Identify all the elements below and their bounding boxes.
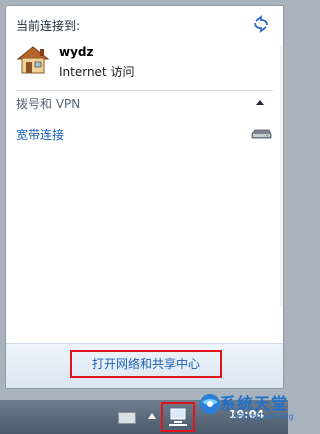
network-flyout: 当前连接到: wydz Internet 访问 拨号和 VPN 宽带连接 打开网…: [5, 5, 284, 389]
show-hidden-icons-icon[interactable]: [147, 412, 157, 420]
scrollbar[interactable]: [280, 46, 282, 306]
collapse-chevron-icon[interactable]: [255, 98, 265, 106]
open-network-center-link[interactable]: 打开网络和共享中心: [70, 350, 222, 378]
connected-to-label: 当前连接到:: [16, 19, 81, 33]
network-status: Internet 访问: [59, 65, 135, 79]
refresh-icon[interactable]: [252, 15, 270, 33]
site-watermark: 系统天堂 XiTongTianTang: [196, 388, 294, 434]
watermark-title: 系统天堂: [220, 394, 289, 413]
globe-logo-icon: [200, 394, 220, 414]
network-icon: [169, 408, 187, 426]
connection-item-broadband[interactable]: 宽带连接: [16, 123, 275, 145]
flyout-footer: 打开网络和共享中心: [6, 343, 283, 388]
network-name: wydz: [59, 45, 94, 59]
tray-network-button[interactable]: [161, 402, 195, 432]
connection-label: 宽带连接: [16, 128, 65, 142]
section-divider: [16, 90, 273, 91]
keyboard-icon[interactable]: [118, 412, 136, 424]
watermark-subtitle: XiTongTianTang: [232, 412, 294, 421]
dialup-group-title: 拨号和 VPN: [16, 97, 81, 111]
house-icon: [16, 46, 50, 74]
modem-icon: [251, 129, 272, 139]
